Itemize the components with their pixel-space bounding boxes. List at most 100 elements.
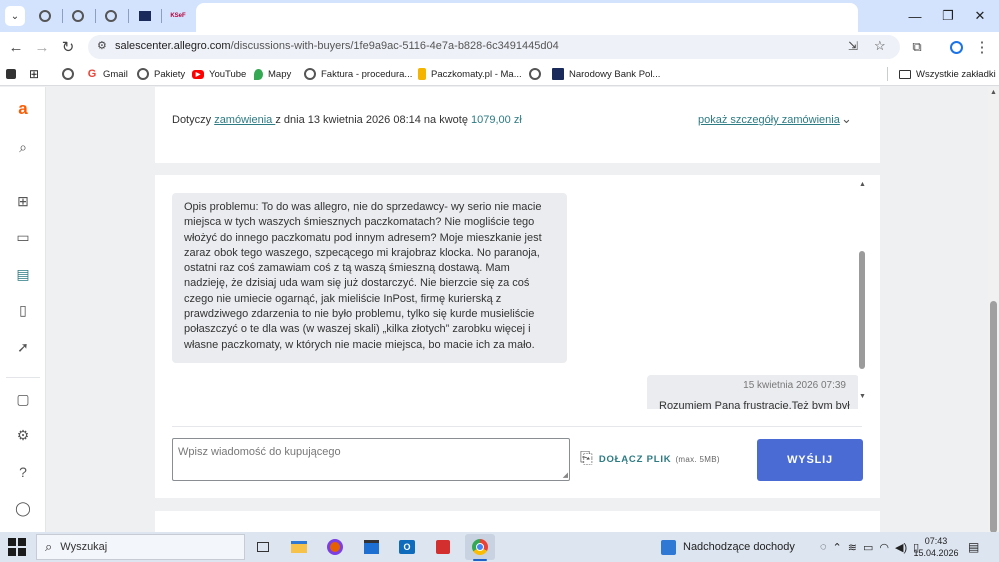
nbp-icon [552, 68, 564, 80]
sales-icon[interactable]: ▭ [13, 227, 33, 247]
paczkomaty-icon [418, 68, 426, 80]
file-explorer-icon[interactable] [289, 537, 309, 557]
bookmark-globe[interactable] [62, 66, 79, 82]
thread-scrollbar[interactable]: ▲ ▼ [858, 181, 868, 411]
arrow-right-icon: → [34, 38, 50, 56]
rocket-icon[interactable]: ➚ [13, 337, 33, 357]
tab-2[interactable] [66, 5, 90, 27]
left-navigation: a ⌕ ⊞ ▭ ▤ ▯ ➚ ▢ ⚙ ? ◯ [0, 87, 46, 532]
side-panel-button[interactable] [6, 66, 16, 82]
bookmark-star-icon[interactable]: ☆ [874, 38, 886, 54]
finance-icon [661, 539, 676, 555]
attach-file-label: DOŁĄCZ PLIK [598, 453, 672, 465]
chevron-up-icon[interactable]: ⌃ [833, 541, 842, 554]
firefox-icon[interactable] [325, 537, 345, 557]
profile-button[interactable] [946, 37, 966, 57]
app-icon[interactable] [433, 537, 453, 557]
extensions-button[interactable]: ⧉ [907, 37, 927, 57]
order-link[interactable]: zamówienia [214, 114, 275, 126]
outlook-icon[interactable]: O [397, 537, 417, 557]
forward-button[interactable]: → [32, 37, 52, 57]
scroll-up-icon[interactable]: ▲ [859, 181, 866, 188]
task-view-icon[interactable] [253, 537, 273, 557]
wifi-icon[interactable]: ◠ [879, 541, 889, 554]
maps-icon [254, 68, 263, 80]
messages-icon[interactable]: ▢ [13, 389, 33, 409]
chevron-down-icon[interactable]: ⌄ [841, 111, 852, 127]
bookmark-paczkomaty[interactable]: Paczkomaty.pl - Ma... [418, 66, 522, 82]
search-icon[interactable]: ⌕ [13, 137, 33, 157]
tab-3[interactable] [99, 5, 123, 27]
menu-button[interactable]: ⋮ [972, 37, 992, 57]
show-order-details-link[interactable]: pokaż szczegóły zamówienia [698, 114, 840, 126]
minimize-button[interactable]: — [900, 6, 930, 26]
browser-toolbar: ← → ↻ ⚙ salescenter.allegro.com/discussi… [0, 32, 999, 62]
reload-button[interactable]: ↻ [58, 37, 78, 57]
restore-button[interactable]: ❐ [933, 6, 963, 26]
address-bar[interactable]: ⚙ salescenter.allegro.com/discussions-wi… [88, 35, 900, 59]
apps-button[interactable]: ⊞ [29, 66, 39, 82]
dashboard-icon[interactable]: ⊞ [13, 191, 33, 211]
site-info-icon[interactable]: ⚙ [97, 39, 107, 52]
user-icon[interactable]: ◯ [13, 498, 33, 518]
allegro-logo-icon[interactable]: a [13, 99, 33, 119]
close-window-button[interactable]: ✕ [965, 6, 995, 26]
windows-start-icon[interactable] [8, 538, 26, 556]
all-bookmarks-button[interactable]: Wszystkie zakładki [899, 66, 996, 82]
message-timestamp: 15 kwietnia 2026 07:39 [743, 380, 846, 391]
network-icon[interactable]: ≋ [848, 541, 857, 554]
chrome-icon[interactable] [470, 537, 490, 557]
divider [172, 426, 862, 427]
volume-icon[interactable]: ◀) [895, 541, 907, 554]
reply-textarea[interactable]: ◢ [172, 438, 570, 481]
globe-icon [39, 10, 51, 22]
tab-4[interactable] [133, 5, 157, 27]
puzzle-icon: ⧉ [912, 39, 922, 54]
install-app-icon[interactable]: ⇲ [848, 39, 858, 53]
offers-icon[interactable]: ▯ [13, 300, 33, 320]
gear-icon[interactable]: ⚙ [13, 425, 33, 445]
battery-icon[interactable]: ▭ [863, 541, 873, 554]
taskbar: ⌕ Wyszukaj O Nadchodzące dochody ◌ ⌃ ≋ ▭… [0, 532, 999, 562]
seller-message: 15 kwietnia 2026 07:39 Rozumiem Pana fru… [647, 375, 858, 409]
bookmark-faktura[interactable]: Faktura - procedura... [304, 66, 412, 82]
orders-icon[interactable]: ▤ [13, 264, 33, 284]
tab-search-button[interactable]: ⌄ [4, 5, 26, 27]
page-scroll-thumb[interactable] [990, 301, 997, 532]
widgets-button[interactable]: Nadchodzące dochody [661, 538, 795, 556]
attach-file-button[interactable]: ⎘ DOŁĄCZ PLIK (max. 5MB) [580, 448, 720, 470]
seller-message-text: Rozumiem Pana frustrację.Też bym był [659, 400, 850, 409]
tab-5[interactable]: KSeF [166, 5, 190, 27]
tab-1[interactable] [33, 5, 57, 27]
tab-strip-icon [6, 69, 16, 79]
active-tab[interactable] [196, 3, 858, 32]
back-button[interactable]: ← [6, 37, 26, 57]
help-tray-icon[interactable]: ◌ [820, 541, 827, 553]
send-button[interactable]: WYŚLIJ [757, 439, 863, 481]
bookmark-gmail[interactable]: G Gmail [86, 66, 128, 82]
order-amount: 1079,00 zł [471, 114, 522, 126]
clock[interactable]: 07:43 15.04.2026 [911, 535, 961, 559]
notifications-icon[interactable]: ▤ [968, 540, 979, 554]
reply-input[interactable] [178, 446, 558, 458]
page-scrollbar[interactable]: ▲ [988, 87, 999, 532]
bookmark-nbp[interactable]: Narodowy Bank Pol... [552, 66, 660, 82]
allegro-sales-center: a ⌕ ⊞ ▭ ▤ ▯ ➚ ▢ ⚙ ? ◯ Dotyczy zamówienia… [0, 87, 999, 532]
more-vert-icon: ⋮ [974, 39, 990, 56]
resize-handle-icon[interactable]: ◢ [563, 471, 568, 479]
bookmark-globe-2[interactable] [529, 66, 546, 82]
chevron-down-icon: ⌄ [10, 10, 20, 22]
taskbar-search[interactable]: ⌕ Wyszukaj [36, 534, 245, 560]
order-reference: Dotyczy zamówienia z dnia 13 kwietnia 20… [172, 114, 522, 126]
reload-icon: ↻ [61, 39, 75, 56]
bookmark-youtube[interactable]: ▶ YouTube [192, 66, 246, 82]
store-icon[interactable] [361, 537, 381, 557]
paperclip-icon: ⎘ [580, 450, 593, 467]
help-icon[interactable]: ? [13, 462, 33, 482]
scroll-up-icon[interactable]: ▲ [990, 89, 997, 96]
apps-grid-icon: ⊞ [29, 67, 40, 81]
scroll-thumb[interactable] [859, 251, 865, 369]
bookmark-mapy[interactable]: Mapy [254, 66, 291, 82]
bookmark-pakiety[interactable]: Pakiety [137, 66, 185, 82]
scroll-down-icon[interactable]: ▼ [859, 393, 866, 400]
